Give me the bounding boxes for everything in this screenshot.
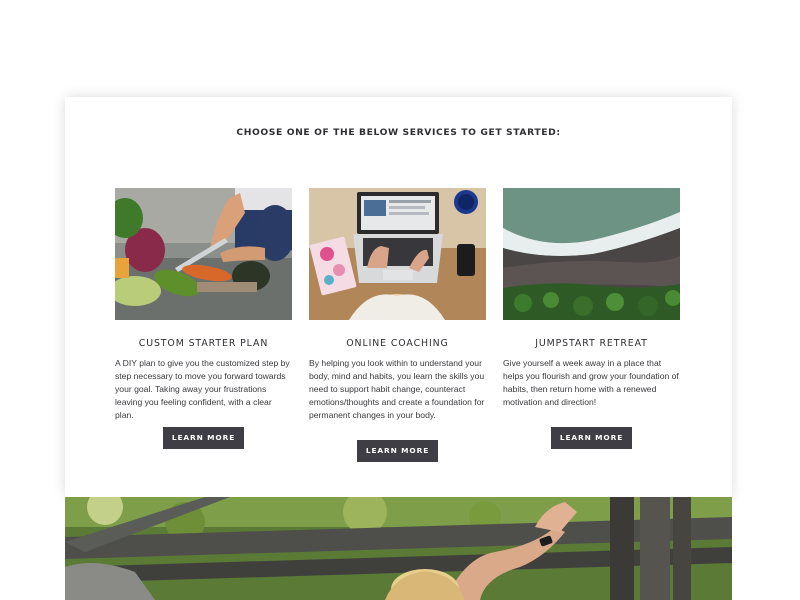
service-description: By helping you look within to understand…: [309, 358, 485, 420]
service-title: CUSTOM STARTER PLAN: [138, 338, 269, 349]
hero-photo: [65, 497, 732, 600]
service-card-custom-starter-plan: CUSTOM STARTER PLAN A DIY plan to give y…: [115, 188, 292, 449]
services-heading: CHOOSE ONE OF THE BELOW SERVICES TO GET …: [236, 127, 561, 138]
learn-more-button[interactable]: LEARN MORE: [551, 427, 632, 449]
learn-more-button[interactable]: LEARN MORE: [357, 440, 438, 462]
learn-more-button[interactable]: LEARN MORE: [163, 427, 244, 449]
service-card-jumpstart-retreat: JUMPSTART RETREAT Give yourself a week a…: [503, 188, 680, 449]
service-card-online-coaching: ONLINE COACHING By helping you look with…: [309, 188, 486, 462]
service-title: JUMPSTART RETREAT: [535, 338, 648, 349]
service-description: Give yourself a week away in a place tha…: [503, 358, 679, 407]
vegetables-photo: [115, 188, 292, 320]
page: CHOOSE ONE OF THE BELOW SERVICES TO GET …: [0, 0, 800, 600]
aerial-beach-photo: [503, 188, 680, 320]
service-title: ONLINE COACHING: [346, 338, 449, 349]
laptop-photo: [309, 188, 486, 320]
service-description: A DIY plan to give you the customized st…: [115, 358, 290, 420]
services-section: CHOOSE ONE OF THE BELOW SERVICES TO GET …: [65, 97, 732, 497]
